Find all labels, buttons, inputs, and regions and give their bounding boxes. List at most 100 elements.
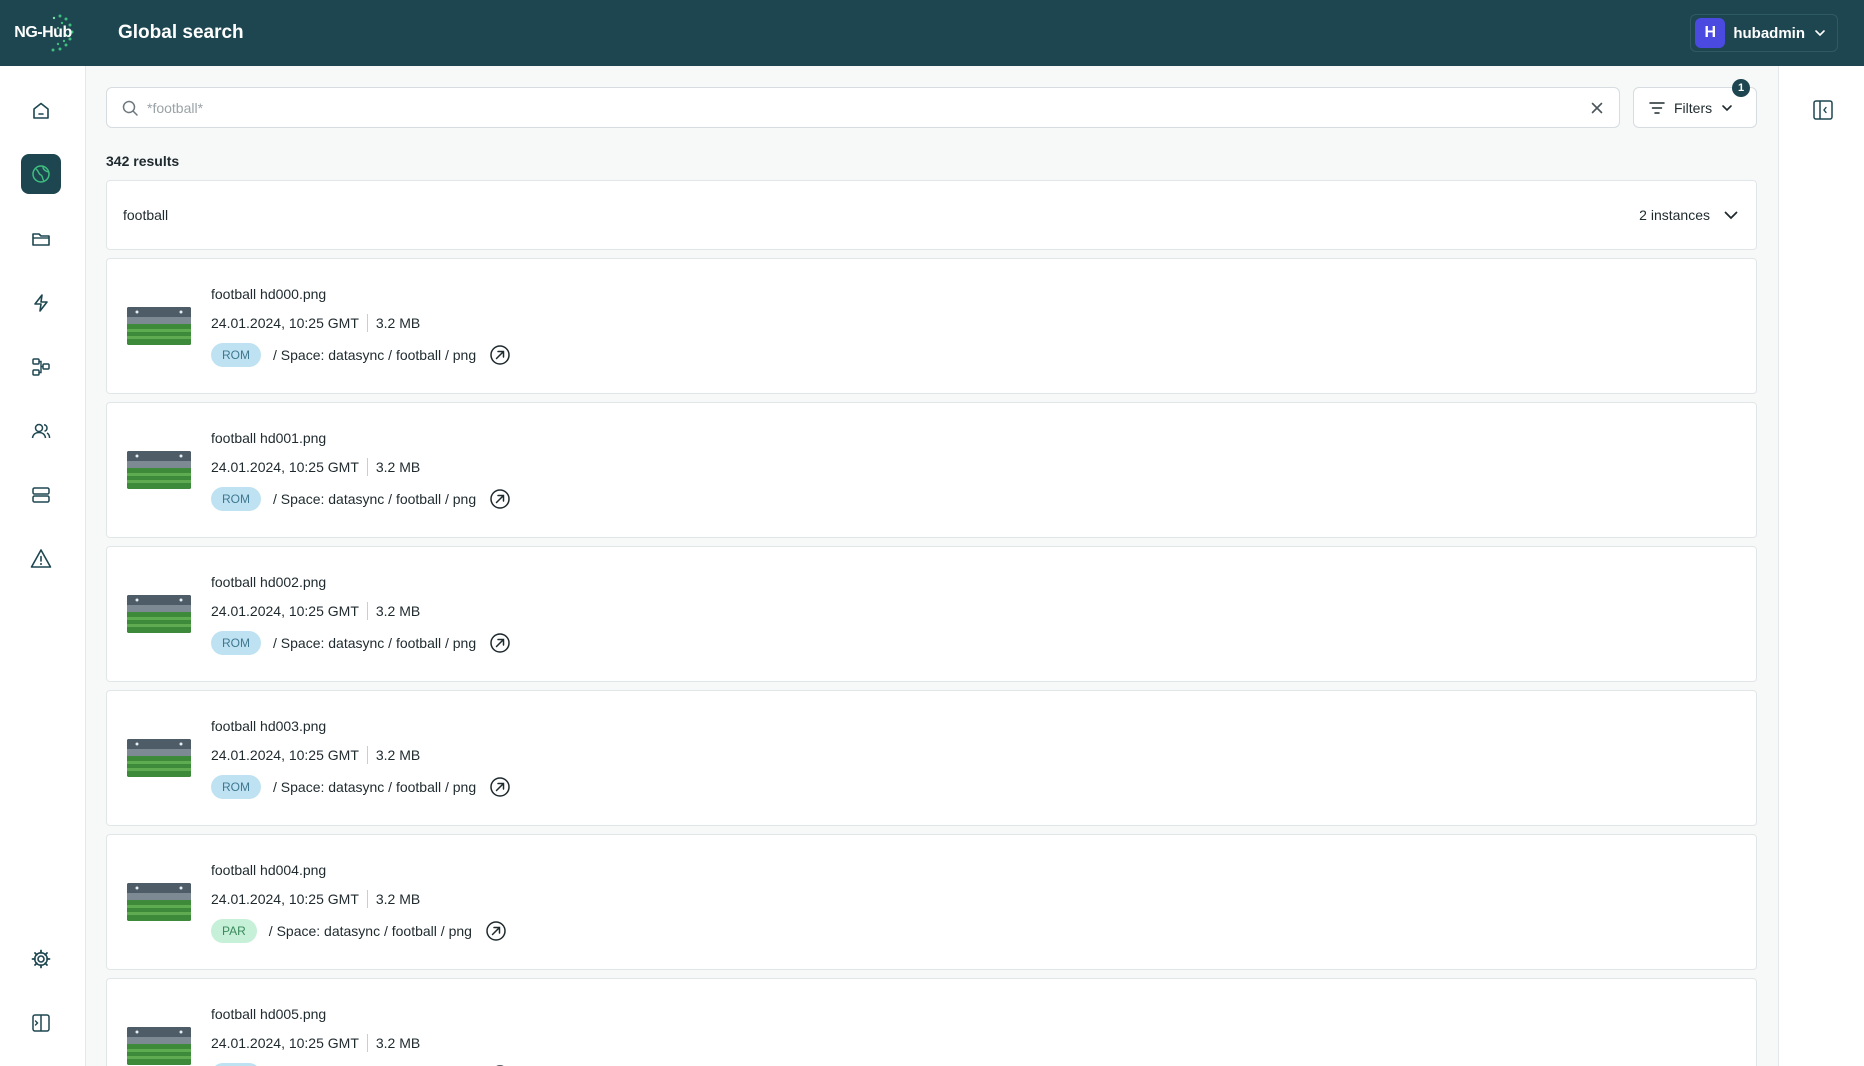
file-thumbnail[interactable] (127, 883, 191, 921)
result-count: 342 results (106, 153, 180, 169)
group-instances: 2 instances (1639, 207, 1710, 223)
collapse-sidebar-icon (32, 1014, 50, 1032)
file-date: 24.01.2024, 10:25 GMT (211, 315, 359, 331)
folder-icon (32, 233, 50, 246)
file-size: 3.2 MB (375, 747, 421, 763)
home-icon (33, 102, 49, 119)
file-thumbnail[interactable] (127, 595, 191, 633)
file-location: ROM / Space: datasync / football / png (211, 487, 512, 511)
meta-divider (366, 314, 368, 332)
file-thumbnail[interactable] (127, 451, 191, 489)
location-tag: ROM (211, 487, 261, 511)
nav-global-search[interactable] (21, 154, 61, 194)
file-date: 24.01.2024, 10:25 GMT (211, 891, 359, 907)
clear-search-button[interactable] (1581, 92, 1613, 124)
meta-divider (366, 890, 368, 908)
file-meta: 24.01.2024, 10:25 GMT 3.2 MB (211, 458, 420, 476)
file-size: 3.2 MB (375, 315, 421, 331)
file-size: 3.2 MB (375, 459, 421, 475)
filter-icon (1649, 101, 1665, 114)
nav-actions[interactable] (21, 283, 61, 323)
open-location-icon[interactable] (488, 775, 512, 799)
open-location-icon[interactable] (488, 487, 512, 511)
chevron-down-icon (1722, 104, 1732, 111)
result-card[interactable]: football hd004.png 24.01.2024, 10:25 GMT… (106, 834, 1757, 970)
result-card[interactable]: football hd005.png 24.01.2024, 10:25 GMT… (106, 978, 1757, 1066)
filters-button[interactable]: Filters 1 (1633, 79, 1757, 128)
result-card[interactable]: football hd002.png 24.01.2024, 10:25 GMT… (106, 546, 1757, 682)
user-menu-button[interactable]: H hubadmin (1690, 14, 1838, 52)
file-name[interactable]: football hd005.png (211, 1006, 326, 1022)
chevron-down-icon (1815, 30, 1825, 37)
avatar: H (1695, 18, 1726, 48)
result-group-header[interactable]: football 2 instances (106, 180, 1757, 250)
nav-settings[interactable] (21, 939, 61, 979)
open-location-icon[interactable] (488, 343, 512, 367)
file-name[interactable]: football hd000.png (211, 286, 326, 302)
file-size: 3.2 MB (375, 603, 421, 619)
meta-divider (366, 602, 368, 620)
file-date: 24.01.2024, 10:25 GMT (211, 603, 359, 619)
logo-text: NG-Hub (14, 24, 72, 41)
file-path: / Space: datasync / football / png (268, 923, 472, 939)
close-icon (1591, 102, 1603, 113)
nav-files[interactable] (21, 219, 61, 259)
file-location: ROM / Space: datasync / football / png (211, 775, 512, 799)
file-location: ROM / Space: datasync / football / png (211, 631, 512, 655)
gear-icon (31, 949, 51, 969)
username: hubadmin (1733, 24, 1805, 42)
open-location-icon[interactable] (484, 919, 508, 943)
chevron-down-icon[interactable] (1722, 206, 1740, 224)
nav-workflows[interactable] (21, 347, 61, 387)
file-path: / Space: datasync / football / png (273, 779, 477, 795)
search-bar (106, 87, 1620, 128)
filter-count-badge: 1 (1732, 79, 1750, 97)
nav-alerts[interactable] (21, 539, 61, 579)
file-thumbnail[interactable] (127, 1027, 191, 1065)
nav-users[interactable] (21, 411, 61, 451)
meta-divider (366, 458, 368, 476)
file-size: 3.2 MB (375, 891, 421, 907)
nav-collapse[interactable] (21, 1003, 61, 1043)
file-thumbnail[interactable] (127, 307, 191, 345)
file-name[interactable]: football hd002.png (211, 574, 326, 590)
file-name[interactable]: football hd003.png (211, 718, 326, 734)
meta-divider (366, 1034, 368, 1052)
file-meta: 24.01.2024, 10:25 GMT 3.2 MB (211, 746, 420, 764)
file-name[interactable]: football hd004.png (211, 862, 326, 878)
search-input[interactable] (147, 99, 1581, 116)
group-name: football (123, 207, 169, 223)
page-title: Global search (118, 22, 244, 43)
file-meta: 24.01.2024, 10:25 GMT 3.2 MB (211, 314, 420, 332)
right-panel (1778, 66, 1864, 1066)
users-icon (31, 423, 51, 439)
file-name[interactable]: football hd001.png (211, 430, 326, 446)
file-path: / Space: datasync / football / png (273, 491, 477, 507)
location-tag: PAR (211, 919, 257, 943)
sidebar (0, 66, 86, 1066)
lightning-icon (34, 294, 48, 312)
file-location: PAR / Space: datasync / football / png (211, 919, 508, 943)
app-logo[interactable]: NG-Hub (0, 0, 86, 66)
file-meta: 24.01.2024, 10:25 GMT 3.2 MB (211, 890, 420, 908)
file-path: / Space: datasync / football / png (273, 635, 477, 651)
nav-home[interactable] (21, 91, 61, 131)
file-path: / Space: datasync / football / png (273, 347, 477, 363)
nav-storage[interactable] (21, 475, 61, 515)
result-card[interactable]: football hd000.png 24.01.2024, 10:25 GMT… (106, 258, 1757, 394)
expand-panel-icon[interactable] (1811, 98, 1835, 122)
location-tag: ROM (211, 343, 261, 367)
file-meta: 24.01.2024, 10:25 GMT 3.2 MB (211, 1034, 420, 1052)
warning-icon (30, 549, 52, 568)
result-card[interactable]: football hd003.png 24.01.2024, 10:25 GMT… (106, 690, 1757, 826)
file-location: ROM / Space: datasync / football / png (211, 343, 512, 367)
search-icon (122, 100, 138, 116)
file-date: 24.01.2024, 10:25 GMT (211, 747, 359, 763)
storage-icon (32, 487, 50, 503)
file-date: 24.01.2024, 10:25 GMT (211, 1035, 359, 1051)
file-size: 3.2 MB (375, 1035, 421, 1051)
file-thumbnail[interactable] (127, 739, 191, 777)
top-bar: NG-Hub Global search H hubadmin (0, 0, 1864, 66)
open-location-icon[interactable] (488, 631, 512, 655)
result-card[interactable]: football hd001.png 24.01.2024, 10:25 GMT… (106, 402, 1757, 538)
